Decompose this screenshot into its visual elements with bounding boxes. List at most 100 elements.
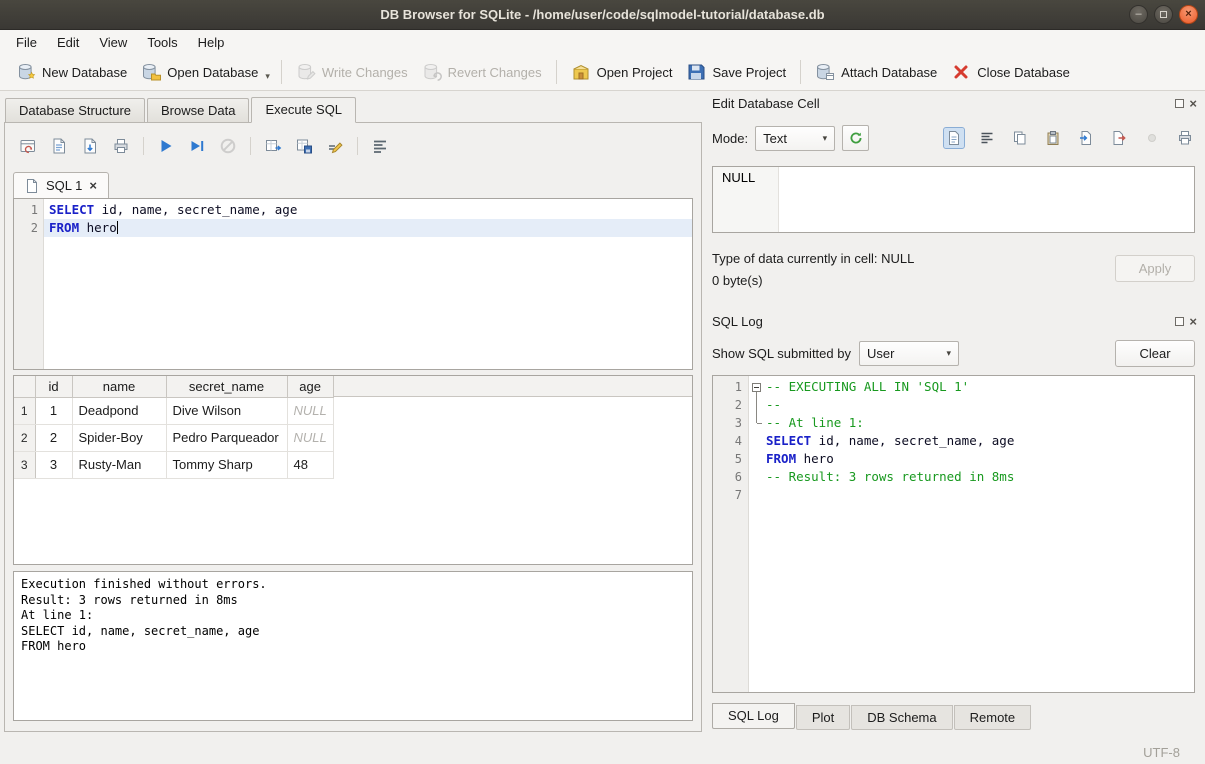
tab-plot[interactable]: Plot [796, 705, 850, 730]
cell-value: NULL [713, 167, 779, 232]
execution-messages[interactable]: Execution finished without errors. Resul… [13, 571, 693, 721]
execute-all-button[interactable] [155, 135, 177, 157]
open-sql-file-button[interactable] [48, 135, 70, 157]
save-sql-file-button[interactable] [79, 135, 101, 157]
tab-sql-log[interactable]: SQL Log [712, 703, 795, 729]
word-wrap-button[interactable] [977, 128, 997, 148]
export-results-button[interactable] [262, 135, 284, 157]
sql-toolbar [17, 133, 691, 159]
maximize-button[interactable] [1154, 5, 1173, 24]
toolbar-separator [800, 60, 801, 84]
dock-float-icon[interactable] [1175, 99, 1184, 108]
cell-secret-name[interactable]: Dive Wilson [166, 397, 287, 424]
main-area: Database Structure Browse Data Execute S… [0, 91, 1205, 741]
cell-secret-name[interactable]: Pedro Parqueador [166, 424, 287, 451]
cell-name[interactable]: Spider-Boy [72, 424, 166, 451]
toolbar-separator [143, 137, 144, 155]
save-project-button[interactable]: Save Project [679, 58, 793, 86]
dock-float-icon[interactable] [1175, 317, 1184, 326]
sql-tab[interactable]: SQL 1 × [13, 172, 109, 199]
close-icon: × [1185, 8, 1191, 20]
print-cell-button[interactable] [1175, 128, 1195, 148]
encoding-indicator[interactable]: UTF-8 [1143, 745, 1180, 760]
sql-tab-close-icon[interactable]: × [88, 178, 98, 193]
cell-age[interactable]: NULL [287, 424, 333, 451]
results-col-age[interactable]: age [287, 376, 333, 397]
results-corner-cell[interactable] [14, 376, 35, 397]
toolbar-separator [357, 137, 358, 155]
cell-id[interactable]: 3 [35, 451, 72, 478]
print-button[interactable] [110, 135, 132, 157]
new-tab-button[interactable] [17, 135, 39, 157]
format-sql-button[interactable] [369, 135, 391, 157]
cell-value-editor[interactable]: NULL [712, 166, 1195, 233]
open-project-button[interactable]: Open Project [564, 58, 680, 86]
row-header[interactable]: 2 [14, 424, 35, 451]
table-row: 2 2 Spider-Boy Pedro Parqueador NULL [14, 424, 333, 451]
import-button[interactable] [1076, 128, 1096, 148]
mode-combobox[interactable]: Text ▾ [755, 126, 835, 151]
tab-browse-data[interactable]: Browse Data [147, 98, 249, 122]
menu-edit[interactable]: Edit [47, 32, 89, 53]
minimize-button[interactable]: – [1129, 5, 1148, 24]
save-results-button[interactable] [293, 135, 315, 157]
results-col-name[interactable]: name [72, 376, 166, 397]
cell-type-info: Type of data currently in cell: NULL [712, 251, 914, 266]
menu-tools[interactable]: Tools [137, 32, 187, 53]
editor-code[interactable]: SELECT id, name, secret_name, age FROM h… [44, 199, 692, 369]
open-database-button[interactable]: Open Database [134, 58, 265, 86]
menu-help[interactable]: Help [188, 32, 235, 53]
new-database-button[interactable]: New Database [9, 58, 134, 86]
cell-name[interactable]: Deadpond [72, 397, 166, 424]
stop-icon [219, 137, 237, 155]
cell-name[interactable]: Rusty-Man [72, 451, 166, 478]
message-line: Execution finished without errors. [21, 577, 685, 593]
tab-db-schema[interactable]: DB Schema [851, 705, 952, 730]
open-database-dropdown-arrow[interactable]: ▾ [265, 61, 274, 84]
menu-file[interactable]: File [6, 32, 47, 53]
tab-database-structure[interactable]: Database Structure [5, 98, 145, 122]
cell-id[interactable]: 1 [35, 397, 72, 424]
export-icon [1111, 130, 1127, 146]
dock-close-icon[interactable]: × [1189, 98, 1197, 109]
row-header[interactable]: 1 [14, 397, 35, 424]
sql-editor[interactable]: 1 2 SELECT id, name, secret_name, age FR… [13, 198, 693, 370]
submitter-combobox[interactable]: User ▾ [859, 341, 959, 366]
titlebar: DB Browser for SQLite - /home/user/code/… [0, 0, 1205, 30]
export-button[interactable] [1109, 128, 1129, 148]
clear-button[interactable]: Clear [1115, 340, 1195, 367]
cell-age[interactable]: 48 [287, 451, 333, 478]
refresh-button[interactable] [842, 125, 869, 151]
results-col-id[interactable]: id [35, 376, 72, 397]
close-button[interactable]: × [1179, 5, 1198, 24]
cell-age[interactable]: NULL [287, 397, 333, 424]
paste-button[interactable] [1043, 128, 1063, 148]
dock-close-icon[interactable]: × [1189, 316, 1197, 327]
row-header[interactable]: 3 [14, 451, 35, 478]
attach-database-button[interactable]: Attach Database [808, 58, 944, 86]
cell-secret-name[interactable]: Tommy Sharp [166, 451, 287, 478]
tab-remote[interactable]: Remote [954, 705, 1032, 730]
close-database-icon [951, 62, 971, 82]
edit-sql-button[interactable] [324, 135, 346, 157]
table-row: 1 1 Deadpond Dive Wilson NULL [14, 397, 333, 424]
tab-execute-sql[interactable]: Execute SQL [251, 97, 356, 123]
menu-view[interactable]: View [89, 32, 137, 53]
set-null-button[interactable] [1142, 128, 1162, 148]
message-line: SELECT id, name, secret_name, age [21, 624, 685, 640]
stop-button[interactable] [217, 135, 239, 157]
revert-changes-button[interactable]: Revert Changes [415, 58, 549, 86]
text-mode-button[interactable] [944, 128, 964, 148]
revert-changes-icon [422, 62, 442, 82]
results-grid[interactable]: id name secret_name age 1 1 Deadpond Div… [13, 375, 693, 565]
close-database-button[interactable]: Close Database [944, 58, 1077, 86]
print-icon [1177, 130, 1193, 146]
results-col-secret-name[interactable]: secret_name [166, 376, 287, 397]
cell-id[interactable]: 2 [35, 424, 72, 451]
sql-log-view[interactable]: 1 2 3 4 5 6 7 -- EXECUTING ALL IN 'SQL 1… [712, 375, 1195, 693]
copy-button[interactable] [1010, 128, 1030, 148]
execute-line-button[interactable] [186, 135, 208, 157]
fold-collapse-icon[interactable] [752, 383, 761, 392]
write-changes-button[interactable]: Write Changes [289, 58, 415, 86]
apply-button[interactable]: Apply [1115, 255, 1195, 282]
